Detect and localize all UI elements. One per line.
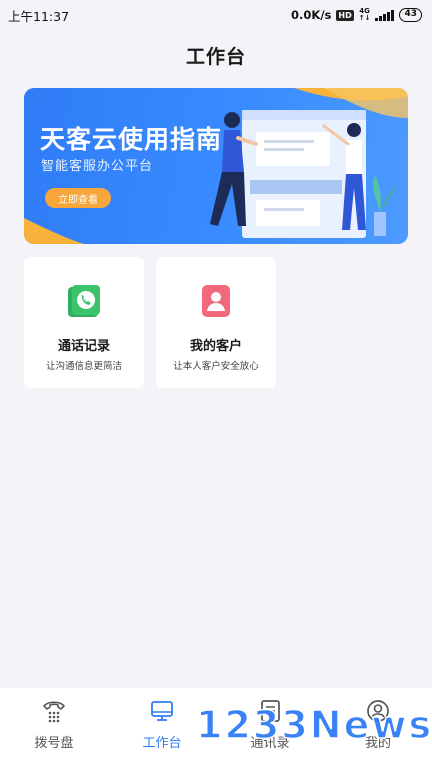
view-now-button[interactable]: 立即查看 <box>45 188 111 208</box>
hd-badge: HD <box>336 9 354 21</box>
customer-icon <box>202 285 230 317</box>
phone-record-icon <box>68 285 100 317</box>
status-time: 上午11:37 <box>8 8 70 24</box>
battery-level: 43 <box>404 9 417 19</box>
nav-label: 工作台 <box>142 736 182 751</box>
card-title: 通话记录 <box>57 339 110 354</box>
card-title: 我的客户 <box>189 339 242 354</box>
card-desc: 让沟通信息更简洁 <box>45 361 122 372</box>
guide-banner[interactable]: 天客云使用指南 智能客服办公平台 立即查看 <box>24 88 408 244</box>
status-bar: 上午11:37 0.0K/s HD 4G ↑↓ 43 <box>0 0 432 30</box>
call-records-card[interactable]: 通话记录 让沟通信息更简洁 <box>24 257 144 388</box>
page-title: 工作台 <box>185 46 246 68</box>
network-type-icon: 4G ↑↓ <box>358 7 371 22</box>
signal-icon <box>375 9 395 21</box>
network-speed: 0.0K/s <box>291 8 332 22</box>
battery-icon: 43 <box>399 8 422 22</box>
watermark: 1233News <box>195 702 432 748</box>
banner-subtitle: 智能客服办公平台 <box>41 159 154 174</box>
nav-item-dialpad[interactable]: 拨号盘 <box>0 688 108 768</box>
status-indicators: 0.0K/s HD 4G ↑↓ 43 <box>291 8 422 22</box>
banner-title: 天客云使用指南 <box>40 125 223 154</box>
my-customers-card[interactable]: 我的客户 让本人客户安全放心 <box>156 257 276 388</box>
nav-label: 拨号盘 <box>34 736 74 751</box>
desktop-icon <box>151 701 173 721</box>
card-desc: 让本人客户安全放心 <box>173 361 259 372</box>
dialpad-icon <box>42 701 66 723</box>
